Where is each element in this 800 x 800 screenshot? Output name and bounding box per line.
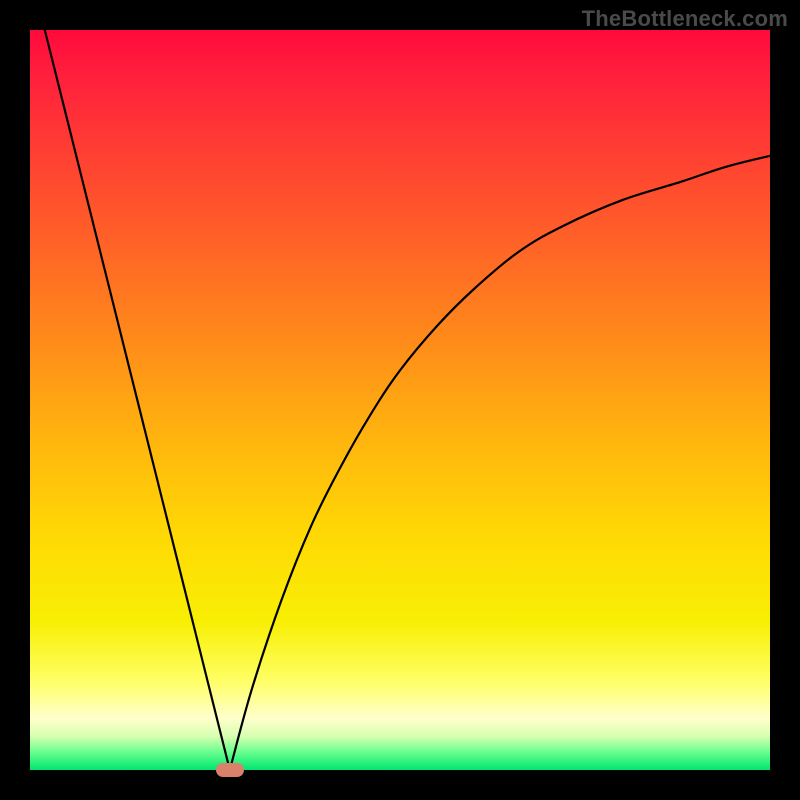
curve-left <box>45 30 230 770</box>
minimum-marker <box>216 763 244 777</box>
curve-layer <box>30 30 770 770</box>
plot-area <box>30 30 770 770</box>
watermark-text: TheBottleneck.com <box>582 6 788 32</box>
curve-right <box>230 156 770 770</box>
chart-stage: TheBottleneck.com <box>0 0 800 800</box>
